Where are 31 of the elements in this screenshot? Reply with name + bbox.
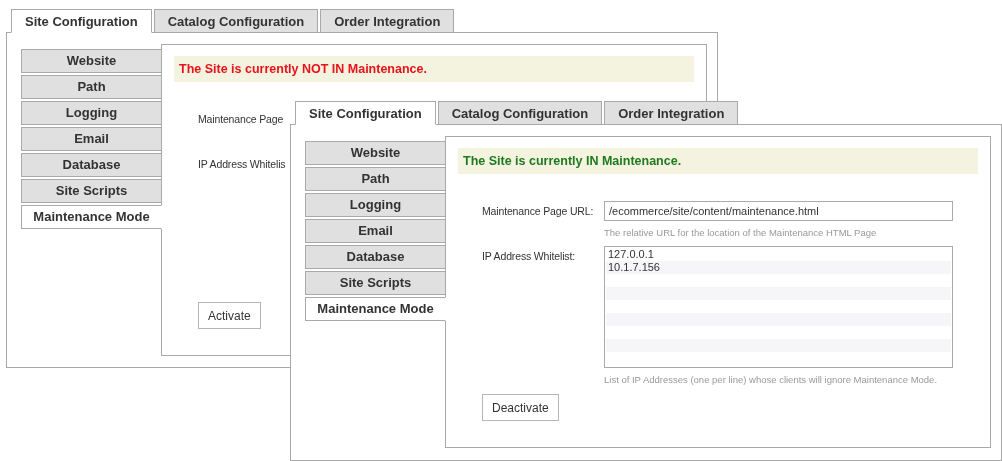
sidebar-item[interactable]: Logging: [305, 193, 446, 217]
status-message: The Site is currently NOT IN Maintenance.: [174, 56, 694, 82]
tab[interactable]: Catalog Configuration: [437, 101, 603, 125]
help-text: The relative URL for the location of the Maintenance HTML Page: [604, 226, 877, 240]
tab[interactable]: Catalog Configuration: [153, 9, 319, 33]
tab[interactable]: Order Integration: [604, 101, 739, 125]
sidebar-item[interactable]: Email: [21, 127, 162, 151]
field-label: IP Address Whitelis: [198, 157, 287, 172]
sidebar-item[interactable]: Maintenance Mode: [21, 205, 162, 229]
sidebar-item[interactable]: Maintenance Mode: [305, 297, 446, 321]
sidebar-item[interactable]: Path: [21, 75, 162, 99]
sidebar-item[interactable]: Website: [21, 49, 162, 73]
action-button[interactable]: Activate: [198, 302, 261, 329]
tab[interactable]: Site Configuration: [295, 101, 436, 125]
sidebar-item[interactable]: Email: [305, 219, 446, 243]
tab[interactable]: Order Integration: [320, 9, 455, 33]
sidebar-item[interactable]: Website: [305, 141, 446, 165]
tab[interactable]: Site Configuration: [11, 9, 152, 33]
sidebar-item[interactable]: Site Scripts: [21, 179, 162, 203]
sidebar-item[interactable]: Database: [305, 245, 446, 269]
help-text: List of IP Addresses (one per line) whose clients will ignore Maintenance Mode.: [604, 373, 938, 387]
sidebar-item[interactable]: Site Scripts: [305, 271, 446, 295]
whitelist-field[interactable]: 127.0.0.1 10.1.7.156: [604, 246, 953, 368]
field-label: Maintenance Page URL:: [482, 204, 595, 219]
status-message: The Site is currently IN Maintenance.: [458, 148, 978, 174]
field-label: IP Address Whitelist:: [482, 249, 576, 264]
sidebar-item[interactable]: Database: [21, 153, 162, 177]
url-field[interactable]: /ecommerce/site/content/maintenance.html: [604, 201, 953, 221]
sidebar-item[interactable]: Logging: [21, 101, 162, 125]
sidebar-item[interactable]: Path: [305, 167, 446, 191]
action-button[interactable]: Deactivate: [482, 394, 559, 421]
